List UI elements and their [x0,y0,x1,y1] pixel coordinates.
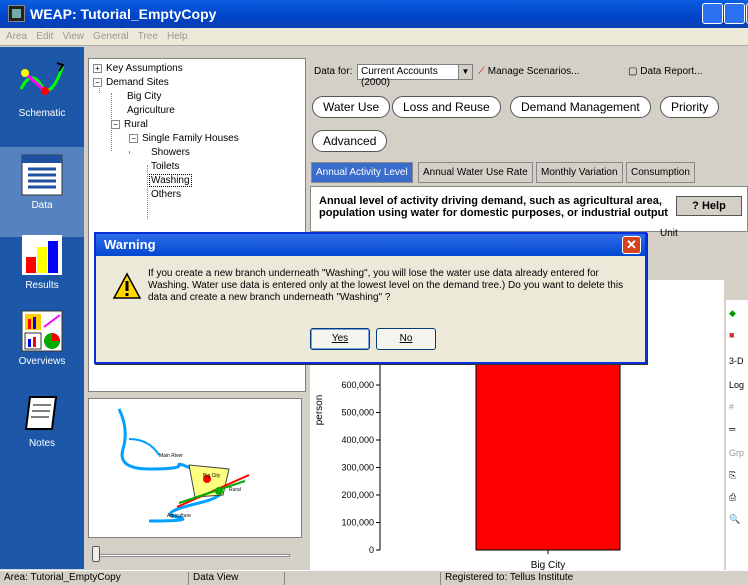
schematic-map[interactable]: Main River Big City Rural Agriculture [88,398,302,538]
dialog-title: Warning ✕ [96,234,645,256]
tree-node-others[interactable]: Others [151,189,181,202]
notes-icon [24,396,58,430]
menu-help[interactable]: Help [167,31,188,42]
bar-big-city [475,357,621,551]
y-tick-label: 200,000 [341,490,374,500]
print-icon[interactable]: ⎙ [729,492,736,503]
legend-icon[interactable]: ■ [729,330,734,340]
title-bar: WEAP: Tutorial_EmptyCopy [0,0,748,28]
group-toggle[interactable]: Grp [729,448,744,458]
map-label-main-river: Main River [159,453,183,459]
chevron-down-icon[interactable]: ▼ [458,65,472,79]
warning-dialog: Warning ✕ If you create a new branch und… [94,232,647,364]
tree-node-agriculture[interactable]: Agriculture [127,105,175,118]
menu-bar: Area Edit View General Tree Help [0,28,748,46]
color-icon[interactable]: ◆ [729,308,736,319]
unit-header: Unit [660,228,678,239]
nav-overviews[interactable]: Overviews [0,303,84,393]
tab-annual-activity-level[interactable]: Annual Activity Level [311,162,413,183]
menu-general[interactable]: General [93,31,129,42]
maximize-button[interactable] [724,3,745,24]
schematic-icon [19,62,65,95]
x-tick-label: Big City [531,560,565,570]
window-title: WEAP: Tutorial_EmptyCopy [30,6,217,22]
report-icon: ▢ [628,66,638,77]
data-report-button[interactable]: ▢ Data Report... [628,66,703,77]
category-loss-and-reuse[interactable]: Loss and Reuse [392,96,501,118]
y-axis-label: person [314,395,325,426]
no-button[interactable]: No [376,328,436,350]
category-advanced[interactable]: Advanced [312,130,388,152]
tab-annual-water-use-rate[interactable]: Annual Water Use Rate [418,162,533,183]
nav-data[interactable]: Data [0,147,84,237]
manage-scenarios-button[interactable]: ⟋ Manage Scenarios... [478,66,580,77]
menu-area[interactable]: Area [6,31,27,42]
tree-node-rural[interactable]: − Rural [111,119,148,132]
minimize-button[interactable] [702,3,723,24]
y-tick-label: 300,000 [341,463,374,473]
tree-node-demand-sites[interactable]: − Demand Sites [93,77,169,90]
category-priority[interactable]: Priority [660,96,720,118]
tree-node-toilets[interactable]: Toilets [151,161,179,174]
tab-consumption[interactable]: Consumption [626,162,695,183]
nav-notes[interactable]: Notes [0,385,84,475]
y-tick-label: 0 [369,545,374,555]
description-text: Annual level of activity driving demand,… [319,195,668,219]
chart-toolbar: ◆ ■ 3-D Log # ═ Grp ⎘ ⎙ 🔍 [726,300,748,570]
status-registered: Registered to: Tellus Institute [440,572,573,585]
y-tick-label: 400,000 [341,435,374,445]
map-label-rural: Rural [229,487,241,493]
grid-icon[interactable]: # [729,402,734,412]
help-button[interactable]: ? Help [676,196,742,216]
menu-tree[interactable]: Tree [138,31,158,42]
tree-node-washing[interactable]: Washing [149,174,192,188]
category-demand-management[interactable]: Demand Management [510,96,651,118]
tree-node-key-assumptions[interactable]: + Key Assumptions [93,63,183,76]
tree-node-showers[interactable]: Showers [151,147,190,160]
view-bar: Schematic Data Results Overviews Notes [0,47,84,569]
copy-icon[interactable]: ⎘ [729,470,736,481]
results-icon [22,235,62,275]
tree-node-big-city[interactable]: Big City [127,91,161,104]
status-empty [284,572,289,585]
nav-schematic[interactable]: Schematic [0,55,84,145]
y-tick-label: 100,000 [341,518,374,528]
menu-view[interactable]: View [62,31,84,42]
status-bar: Area: Tutorial_EmptyCopy Data View Regis… [0,570,748,585]
map-zoom-slider[interactable] [88,544,302,566]
warning-icon [112,272,142,299]
menu-edit[interactable]: Edit [36,31,53,42]
3d-toggle[interactable]: 3-D [729,356,744,366]
overviews-icon [21,310,63,352]
app-icon [8,5,25,22]
slider-thumb[interactable] [92,546,100,562]
log-toggle[interactable]: Log [729,380,744,390]
map-label-agriculture: Agriculture [167,513,191,519]
tree-node-single-family[interactable]: − Single Family Houses [129,133,239,146]
scenario-select[interactable]: Current Accounts (2000) ▼ [357,64,473,88]
scenarios-icon: ⟋ [478,66,485,77]
y-tick-label: 500,000 [341,408,374,418]
question-icon: ? [692,200,699,212]
status-view: Data View [188,572,238,585]
zoom-icon[interactable]: 🔍 [729,514,740,525]
dialog-message: If you create a new branch underneath "W… [148,268,624,303]
line-icon[interactable]: ═ [729,424,735,434]
category-water-use[interactable]: Water Use [312,96,391,118]
data-for-label: Data for: [314,66,353,77]
dialog-close-button[interactable]: ✕ [622,236,641,254]
yes-button[interactable]: Yes [310,328,370,350]
y-tick-label: 600,000 [341,380,374,390]
data-icon [21,154,63,196]
tab-monthly-variation[interactable]: Monthly Variation [536,162,623,183]
map-label-big-city: Big City [203,473,221,479]
status-area: Area: Tutorial_EmptyCopy [4,572,121,583]
